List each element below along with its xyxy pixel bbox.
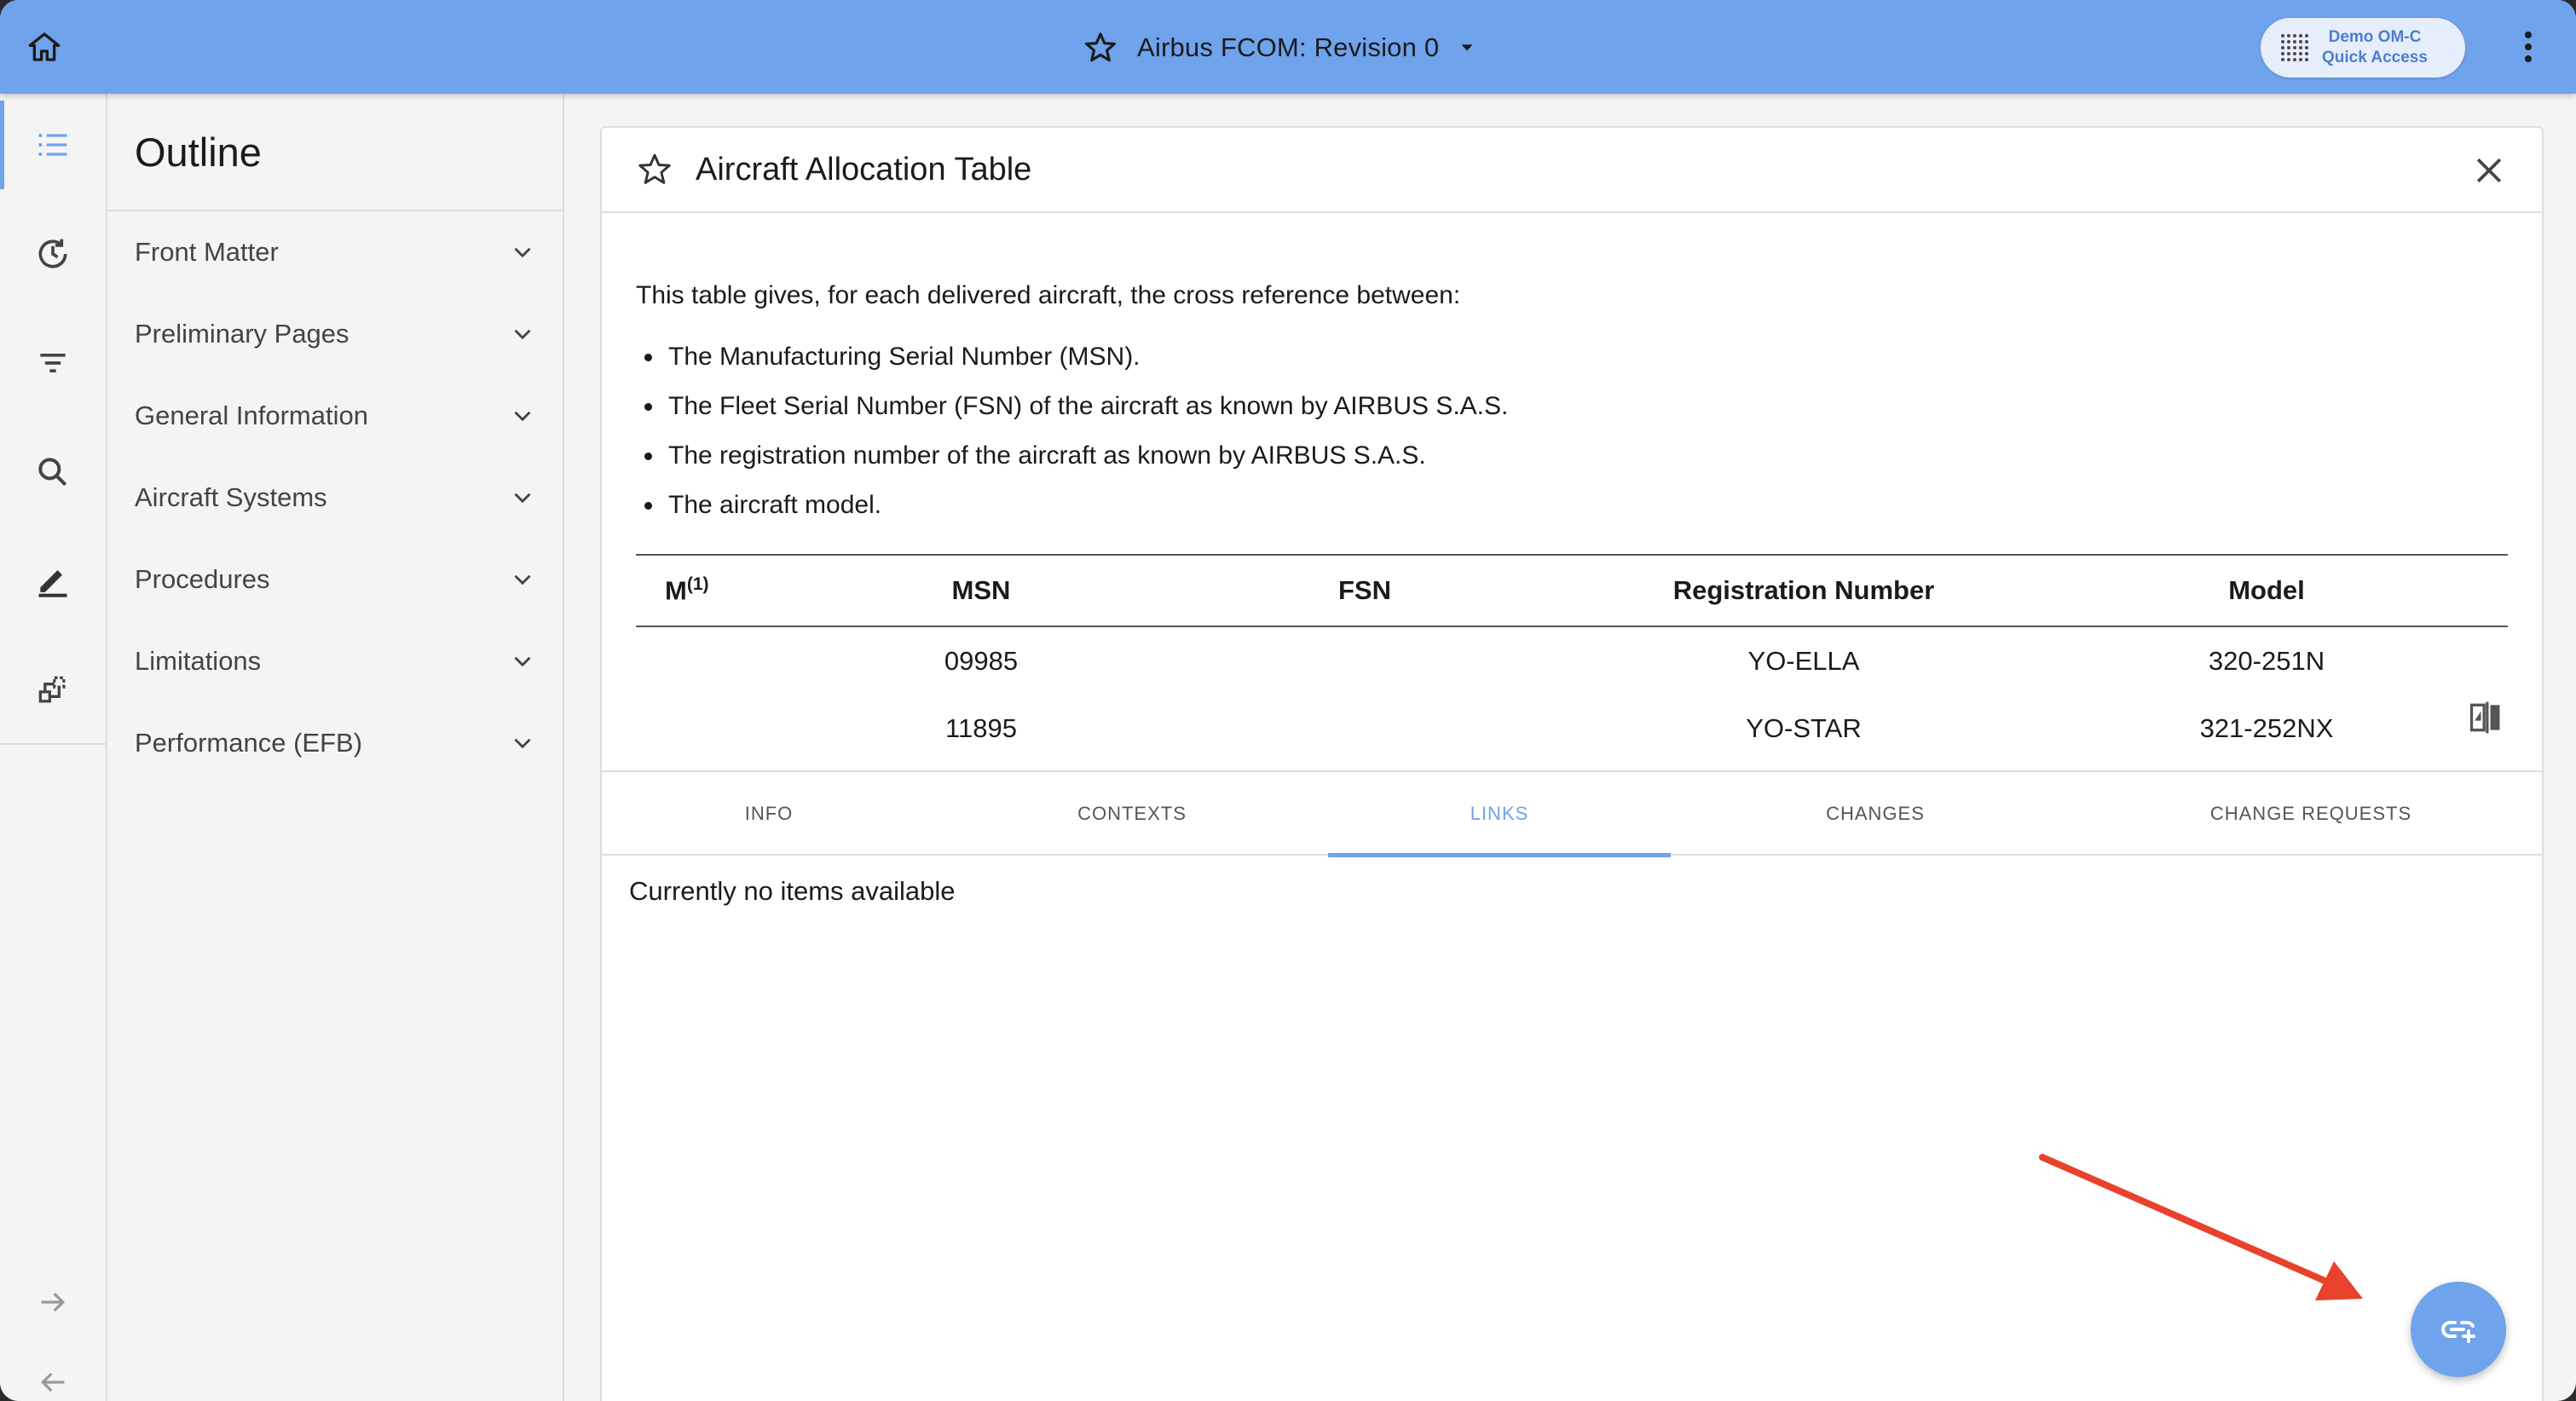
outline-item-aircraft-systems[interactable]: Aircraft Systems <box>107 457 563 539</box>
star-outline-icon[interactable] <box>636 151 673 188</box>
arrow-right-icon <box>41 1292 66 1312</box>
intro-text: This table gives, for each delivered air… <box>636 281 1461 309</box>
outline-item-performance-efb[interactable]: Performance (EFB) <box>107 702 563 784</box>
table-cell <box>1147 695 1582 763</box>
table-cell <box>636 695 815 763</box>
add-link-button[interactable] <box>2411 1282 2506 1377</box>
column-header-m: M(1) <box>636 554 815 627</box>
table-cell: 09985 <box>944 645 1019 676</box>
outline-item-label: Performance (EFB) <box>135 728 363 758</box>
detail-tabs: INFO CONTEXTS LINKS CHANGES CHANGE REQUE… <box>602 770 2542 857</box>
bullet-list: The Manufacturing Serial Number (MSN). T… <box>636 332 2508 530</box>
chevron-down-icon <box>514 493 531 504</box>
add-link-icon <box>2441 1320 2475 1343</box>
outline-item-preliminary-pages[interactable]: Preliminary Pages <box>107 293 563 375</box>
quick-access-line1: Demo OM-C <box>2328 28 2422 46</box>
chevron-down-icon <box>514 738 531 749</box>
chevron-down-icon <box>514 656 531 667</box>
card-header: Aircraft Allocation Table <box>602 128 2542 213</box>
quick-access-button[interactable]: Demo OM-C Quick Access <box>2261 18 2465 78</box>
chevron-down-icon <box>514 329 531 340</box>
aircraft-allocation-table: M(1) MSN FSN Registration Number Model 0… <box>636 554 2508 763</box>
rail-search[interactable] <box>0 421 106 523</box>
tab-contexts[interactable]: CONTEXTS <box>962 772 1302 856</box>
app-window: Airbus FCOM: Revision 0 Demo OM-C Quick … <box>0 0 2576 1401</box>
rail-edit[interactable] <box>0 530 106 632</box>
tab-links[interactable]: LINKS <box>1328 772 1671 857</box>
chevron-down-icon <box>514 574 531 585</box>
navigation-rail <box>0 94 107 1401</box>
table-cell: 320-251N <box>2208 645 2325 676</box>
outline-item-general-information[interactable]: General Information <box>107 375 563 457</box>
outline-item-label: Procedures <box>135 564 270 594</box>
empty-state-text: Currently no items available <box>629 876 956 906</box>
list-item: The Manufacturing Serial Number (MSN). <box>636 332 2508 382</box>
table-cell <box>1147 626 1582 695</box>
outline-title: Outline <box>135 129 262 175</box>
home-icon <box>28 32 61 61</box>
column-header-msn: MSN <box>815 554 1147 627</box>
quick-access-line2: Quick Access <box>2322 49 2428 66</box>
arrow-left-icon <box>40 1372 65 1392</box>
more-menu-button[interactable] <box>2513 26 2544 68</box>
table-cell: 11895 <box>945 713 1017 743</box>
tab-change-requests[interactable]: CHANGE REQUESTS <box>2080 772 2542 856</box>
history-icon <box>38 239 67 268</box>
list-item: The registration number of the aircraft … <box>636 431 2508 481</box>
close-icon[interactable] <box>2470 152 2508 189</box>
column-header-fsn: FSN <box>1147 554 1582 627</box>
top-bar: Airbus FCOM: Revision 0 Demo OM-C Quick … <box>0 0 2576 94</box>
rail-outline[interactable] <box>0 94 106 196</box>
table-row: 09985 YO-ELLA 320-251N <box>636 626 2508 695</box>
table-cell: YO-STAR <box>1746 713 1862 743</box>
column-header-model: Model <box>2025 554 2508 627</box>
outline-item-procedures[interactable]: Procedures <box>107 539 563 620</box>
outline-icon <box>38 134 67 156</box>
chevron-down-icon <box>514 247 531 258</box>
compare-icon[interactable] <box>2467 697 2504 738</box>
column-header-registration: Registration Number <box>1582 554 2025 627</box>
rail-filter[interactable] <box>0 312 106 414</box>
home-button[interactable] <box>20 23 68 71</box>
caret-down-icon[interactable] <box>1458 38 1476 57</box>
table-header-row: M(1) MSN FSN Registration Number Model <box>636 554 2508 627</box>
outline-panel: Outline Front Matter Preliminary Pages G… <box>107 94 564 1401</box>
chevron-down-icon <box>514 411 531 422</box>
outline-list: Front Matter Preliminary Pages General I… <box>107 211 563 784</box>
document-title: Airbus FCOM: Revision 0 <box>1137 32 1440 62</box>
grid-dots-icon <box>2281 34 2308 61</box>
filter-icon <box>40 354 66 372</box>
tab-info[interactable]: INFO <box>602 772 936 856</box>
quick-access-label: Demo OM-C Quick Access <box>2322 27 2428 68</box>
annotation-arrow <box>2039 1154 2363 1300</box>
outline-item-label: Preliminary Pages <box>135 319 349 349</box>
list-item: The aircraft model. <box>636 481 2508 530</box>
card-title: Aircraft Allocation Table <box>696 151 1032 187</box>
edit-icon <box>38 570 67 597</box>
tab-changes[interactable]: CHANGES <box>1696 772 2054 856</box>
rail-back[interactable] <box>0 1340 106 1401</box>
outline-item-front-matter[interactable]: Front Matter <box>107 211 563 293</box>
list-item: The Fleet Serial Number (FSN) of the air… <box>636 382 2508 431</box>
table-cell: 321-252NX <box>2199 713 2334 743</box>
outline-item-label: Limitations <box>135 646 262 676</box>
document-selector[interactable]: Airbus FCOM: Revision 0 <box>1083 24 1476 72</box>
table-cell <box>636 626 815 695</box>
search-icon <box>38 458 67 487</box>
table-cell: YO-ELLA <box>1747 645 1860 676</box>
outline-item-label: Front Matter <box>135 237 279 267</box>
rail-divider <box>0 743 106 745</box>
rail-structure[interactable] <box>0 639 106 741</box>
outline-item-label: General Information <box>135 401 368 430</box>
rail-history[interactable] <box>0 203 106 305</box>
rail-forward[interactable] <box>0 1260 106 1345</box>
outline-item-limitations[interactable]: Limitations <box>107 620 563 702</box>
compare-structure-icon <box>38 676 66 703</box>
star-outline-icon[interactable] <box>1083 30 1118 66</box>
outline-item-label: Aircraft Systems <box>135 482 327 512</box>
outline-header: Outline <box>107 94 563 211</box>
document-body: This table gives, for each delivered air… <box>602 281 2542 763</box>
table-row: 11895 YO-STAR 321-252NX <box>636 695 2508 763</box>
more-vert-icon <box>2525 32 2532 38</box>
